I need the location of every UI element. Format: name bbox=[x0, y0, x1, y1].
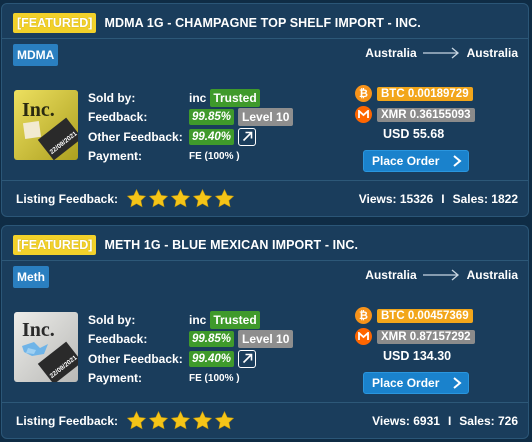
chevron-right-icon bbox=[453, 377, 462, 389]
other-feedback-label: Other Feedback: bbox=[88, 129, 183, 144]
star-icon bbox=[214, 188, 235, 208]
trusted-badge: Trusted bbox=[210, 310, 260, 329]
shipping-route: Australia Australia bbox=[365, 268, 518, 282]
sales-count: Sales: 726 bbox=[459, 413, 518, 428]
usd-price: USD 55.68 bbox=[383, 127, 445, 141]
shipping-route: Australia Australia bbox=[365, 46, 518, 60]
price-block: ₿ BTC 0.00457369 XMR 0.87157292 USD 134.… bbox=[355, 305, 485, 394]
views-count: Views: 6931 bbox=[372, 413, 440, 428]
divider bbox=[2, 180, 528, 181]
level-badge: Level 10 bbox=[238, 108, 294, 127]
ship-from: Australia bbox=[365, 46, 417, 60]
other-feedback-label: Other Feedback: bbox=[88, 351, 183, 366]
star-icon bbox=[170, 410, 191, 430]
listing-feedback-label: Listing Feedback: bbox=[16, 413, 119, 428]
xmr-price: XMR 0.36155093 bbox=[377, 107, 475, 122]
place-order-button[interactable]: Place Order bbox=[363, 150, 469, 172]
sold-by-label: Sold by: bbox=[88, 90, 136, 105]
listing-card: [FEATURED] MDMA 1G - CHAMPAGNE TOP SHELF… bbox=[1, 3, 529, 217]
place-order-label: Place Order bbox=[372, 154, 440, 168]
bitcoin-icon: ₿ bbox=[355, 85, 372, 102]
featured-badge: [FEATURED] bbox=[13, 235, 97, 255]
payment-label: Payment: bbox=[88, 149, 143, 164]
arrow-right-icon bbox=[422, 47, 459, 59]
listing-card: [FEATURED] METH 1G - BLUE MEXICAN IMPORT… bbox=[1, 225, 529, 439]
payment-value: FE (100% ) bbox=[189, 372, 240, 384]
btc-price: BTC 0.00457369 bbox=[377, 308, 473, 323]
vendor-info: Sold by: inc Trusted Feedback: 99.85% Le… bbox=[88, 310, 294, 388]
external-link-icon[interactable] bbox=[238, 127, 257, 146]
chevron-right-icon bbox=[453, 155, 462, 167]
featured-badge: [FEATURED] bbox=[13, 13, 97, 33]
star-icon bbox=[148, 188, 169, 208]
level-badge: Level 10 bbox=[238, 330, 294, 349]
feedback-badge: 99.85% bbox=[189, 109, 235, 126]
listing-footer: Listing Feedback: Views: 15326 I Sales: … bbox=[16, 188, 518, 209]
other-feedback-badge: 99.40% bbox=[189, 350, 235, 367]
star-icon bbox=[192, 188, 213, 208]
divider bbox=[2, 38, 528, 39]
sold-by-label: Sold by: bbox=[88, 312, 136, 327]
listing-title[interactable]: METH 1G - BLUE MEXICAN IMPORT - INC. bbox=[104, 238, 358, 252]
feedback-badge: 99.85% bbox=[189, 331, 235, 348]
arrow-right-icon bbox=[422, 269, 459, 281]
image-logo-text: Inc. bbox=[22, 319, 55, 341]
category-badge[interactable]: Meth bbox=[13, 266, 49, 288]
listing-footer: Listing Feedback: Views: 6931 I Sales: 7… bbox=[16, 410, 518, 431]
divider bbox=[2, 260, 528, 261]
title-row: [FEATURED] METH 1G - BLUE MEXICAN IMPORT… bbox=[13, 234, 358, 256]
feedback-label: Feedback: bbox=[88, 110, 148, 125]
product-image[interactable]: Inc. 22/09/2021 bbox=[14, 312, 78, 382]
place-order-label: Place Order bbox=[372, 376, 440, 390]
price-block: ₿ BTC 0.00189729 XMR 0.36155093 USD 55.6… bbox=[355, 83, 485, 172]
trusted-badge: Trusted bbox=[210, 88, 260, 107]
feedback-label: Feedback: bbox=[88, 332, 148, 347]
category-badge[interactable]: MDMA bbox=[13, 44, 59, 66]
product-image[interactable]: Inc. 22/09/2021 bbox=[14, 90, 78, 160]
bitcoin-icon: ₿ bbox=[355, 307, 372, 324]
monero-icon bbox=[355, 328, 372, 345]
ship-to: Australia bbox=[466, 46, 518, 60]
divider bbox=[2, 402, 528, 403]
rating-stars bbox=[126, 410, 235, 431]
monero-icon bbox=[355, 106, 372, 123]
vendor-info: Sold by: inc Trusted Feedback: 99.85% Le… bbox=[88, 88, 294, 166]
star-icon bbox=[126, 188, 147, 208]
btc-price: BTC 0.00189729 bbox=[377, 86, 473, 101]
title-row: [FEATURED] MDMA 1G - CHAMPAGNE TOP SHELF… bbox=[13, 12, 421, 34]
sales-count: Sales: 1822 bbox=[452, 191, 518, 206]
separator: I bbox=[447, 413, 452, 428]
listing-title[interactable]: MDMA 1G - CHAMPAGNE TOP SHELF IMPORT - I… bbox=[104, 16, 420, 30]
place-order-button[interactable]: Place Order bbox=[363, 372, 469, 394]
listing-feedback-label: Listing Feedback: bbox=[16, 191, 119, 206]
star-icon bbox=[126, 410, 147, 430]
ship-to: Australia bbox=[466, 268, 518, 282]
image-logo-text: Inc. bbox=[22, 99, 55, 121]
payment-label: Payment: bbox=[88, 371, 143, 386]
separator: I bbox=[441, 191, 445, 206]
star-icon bbox=[192, 410, 213, 430]
payment-value: FE (100% ) bbox=[189, 150, 240, 162]
other-feedback-badge: 99.40% bbox=[189, 128, 235, 145]
star-icon bbox=[214, 410, 235, 430]
rating-stars bbox=[126, 188, 235, 209]
star-icon bbox=[148, 410, 169, 430]
vendor-name[interactable]: inc bbox=[189, 91, 206, 105]
xmr-price: XMR 0.87157292 bbox=[377, 329, 475, 344]
views-count: Views: 15326 bbox=[358, 191, 434, 206]
ship-from: Australia bbox=[365, 268, 417, 282]
external-link-icon[interactable] bbox=[238, 349, 257, 368]
usd-price: USD 134.30 bbox=[383, 349, 452, 363]
star-icon bbox=[170, 188, 191, 208]
vendor-name[interactable]: inc bbox=[189, 313, 206, 327]
